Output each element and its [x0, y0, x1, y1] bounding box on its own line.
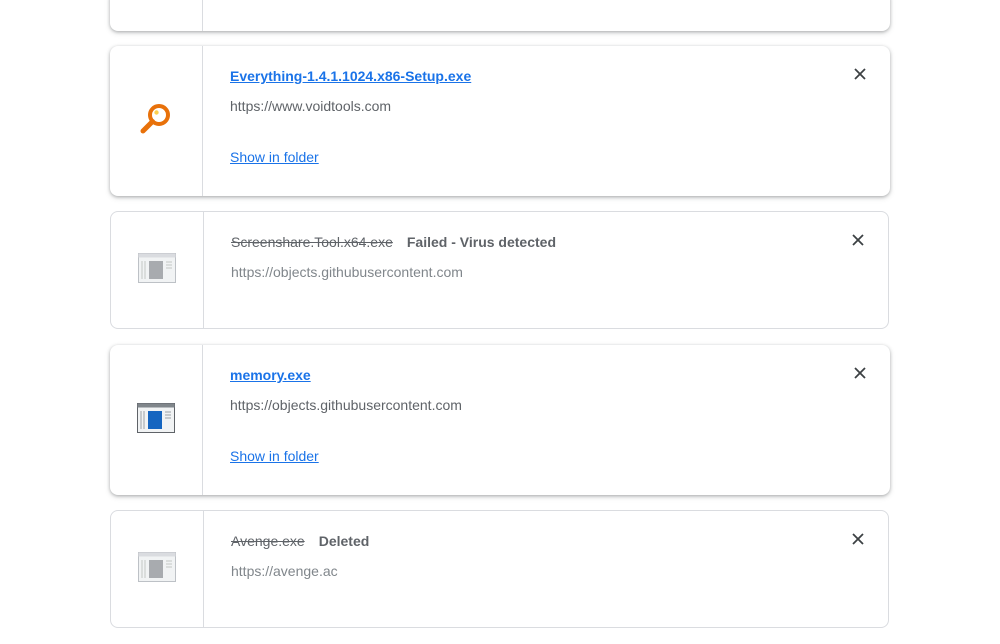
download-content: Screenshare.Tool.x64.exe Failed - Virus …	[204, 212, 888, 328]
show-in-folder-link[interactable]: Show in folder	[230, 448, 319, 464]
generic-file-icon	[138, 551, 176, 587]
file-name-row: Screenshare.Tool.x64.exe Failed - Virus …	[231, 234, 556, 250]
file-name-struck: Screenshare.Tool.x64.exe	[231, 234, 393, 250]
remove-download-button[interactable]	[852, 66, 868, 82]
remove-download-button[interactable]	[850, 531, 866, 547]
file-name-link[interactable]: Everything-1.4.1.1024.x86-Setup.exe	[230, 68, 471, 84]
source-url: https://objects.githubusercontent.com	[231, 264, 463, 280]
download-item	[110, 0, 890, 31]
download-content: Everything-1.4.1.1024.x86-Setup.exe http…	[203, 46, 890, 196]
show-in-folder-link[interactable]: Show in folder	[230, 149, 319, 165]
download-item: Avenge.exe Deleted https://avenge.ac	[110, 510, 889, 628]
downloads-page: Everything-1.4.1.1024.x86-Setup.exe http…	[0, 0, 1000, 644]
download-content: memory.exe https://objects.githubusercon…	[203, 345, 890, 495]
source-url: https://objects.githubusercontent.com	[230, 397, 462, 413]
close-icon	[850, 232, 866, 248]
download-content: Avenge.exe Deleted https://avenge.ac	[204, 511, 888, 627]
file-name-struck: Avenge.exe	[231, 533, 305, 549]
generic-file-icon	[138, 252, 176, 288]
source-url: https://avenge.ac	[231, 563, 338, 579]
download-status: Deleted	[318, 533, 370, 549]
download-icon-column	[110, 46, 203, 196]
close-icon	[852, 66, 868, 82]
download-content	[203, 0, 890, 31]
file-name-row: Everything-1.4.1.1024.x86-Setup.exe	[230, 68, 471, 84]
close-icon	[852, 365, 868, 381]
download-icon-column	[111, 212, 204, 328]
download-item: memory.exe https://objects.githubusercon…	[110, 345, 890, 495]
file-name-row: memory.exe	[230, 367, 311, 383]
file-name-link[interactable]: memory.exe	[230, 367, 311, 383]
download-status: Failed - Virus detected	[406, 234, 556, 250]
close-icon	[850, 531, 866, 547]
download-item: Screenshare.Tool.x64.exe Failed - Virus …	[110, 211, 889, 329]
file-name-row: Avenge.exe Deleted	[231, 533, 369, 549]
magnifier-icon	[138, 101, 174, 142]
source-url: https://www.voidtools.com	[230, 98, 392, 114]
remove-download-button[interactable]	[850, 232, 866, 248]
window-app-icon	[137, 402, 175, 438]
remove-download-button[interactable]	[852, 365, 868, 381]
download-icon-column	[110, 345, 203, 495]
download-item: Everything-1.4.1.1024.x86-Setup.exe http…	[110, 46, 890, 196]
download-icon-column	[110, 0, 203, 31]
download-icon-column	[111, 511, 204, 627]
